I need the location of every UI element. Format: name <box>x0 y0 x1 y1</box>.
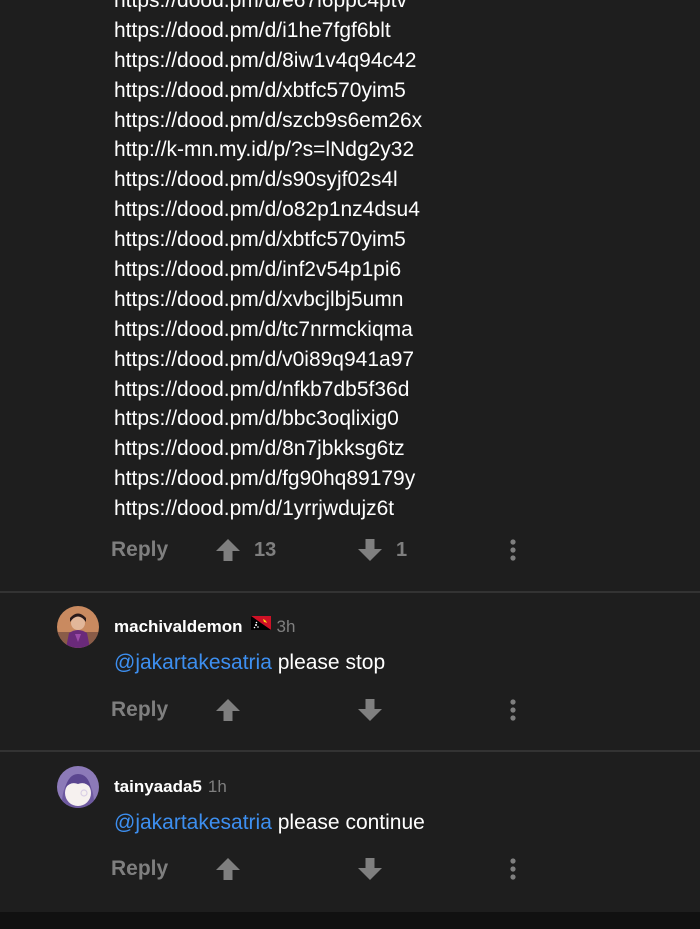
link-item[interactable]: https://dood.pm/d/8iw1v4q94c42 <box>114 46 674 76</box>
username[interactable]: machivaldemon <box>114 617 243 636</box>
link-item[interactable]: https://dood.pm/d/xbtfc570yim5 <box>114 76 674 106</box>
reply-button[interactable]: Reply <box>111 538 168 562</box>
comment-actions: Reply 13 1 <box>0 530 700 570</box>
arrow-up-icon <box>216 858 240 880</box>
more-vertical-icon <box>510 858 516 880</box>
more-options-button[interactable] <box>503 698 523 722</box>
user-mention[interactable]: @jakartakesatria <box>114 651 272 674</box>
more-options-button[interactable] <box>503 538 523 562</box>
divider <box>0 591 700 593</box>
link-item[interactable]: https://dood.pm/d/xbtfc570yim5 <box>114 225 674 255</box>
link-item[interactable]: https://dood.pm/d/o82p1nz4dsu4 <box>114 195 674 225</box>
comment-text: @jakartakesatria please stop <box>114 649 385 677</box>
link-item[interactable]: https://dood.pm/d/1yrrjwdujz6t <box>114 494 674 524</box>
divider <box>0 750 700 752</box>
comment-meta: machivaldemon 3h <box>114 615 295 639</box>
link-item[interactable]: https://dood.pm/d/inf2v54p1pi6 <box>114 255 674 285</box>
arrow-up-icon <box>216 539 240 561</box>
comment-meta: tainyaada5 1h <box>114 775 227 799</box>
link-item[interactable]: https://dood.pm/d/bbc3oqlixig0 <box>114 404 674 434</box>
reply-button[interactable]: Reply <box>111 857 168 881</box>
more-options-button[interactable] <box>503 857 523 881</box>
arrow-down-icon <box>358 858 382 880</box>
upvote-button[interactable] <box>215 538 243 562</box>
arrow-down-icon <box>358 539 382 561</box>
downvote-button[interactable] <box>357 538 385 562</box>
link-item[interactable]: https://dood.pm/d/fg90hq89179y <box>114 464 674 494</box>
comment: tainyaada5 1h @jakartakesatria please con… <box>0 766 700 906</box>
upvote-button[interactable] <box>215 698 243 722</box>
link-item[interactable]: https://dood.pm/d/nfkb7db5f36d <box>114 375 674 405</box>
link-item[interactable]: https://dood.pm/d/tc7nrmckiqma <box>114 315 674 345</box>
avatar[interactable] <box>57 606 99 648</box>
link-item[interactable]: https://dood.pm/d/8n7jbkksg6tz <box>114 434 674 464</box>
bottom-bar <box>0 912 700 929</box>
username[interactable]: tainyaada5 <box>114 777 202 796</box>
link-item[interactable]: https://dood.pm/d/szcb9s6em26x <box>114 106 674 136</box>
link-item[interactable]: http://k-mn.my.id/p/?s=lNdg2y32 <box>114 135 674 165</box>
link-item[interactable]: https://dood.pm/d/xvbcjlbj5umn <box>114 285 674 315</box>
reply-button[interactable]: Reply <box>111 698 168 722</box>
comment-actions: Reply <box>0 690 700 730</box>
link-item[interactable]: https://dood.pm/d/i1he7fgf6blt <box>114 16 674 46</box>
downvote-button[interactable] <box>357 857 385 881</box>
comment-time: 3h <box>276 617 296 636</box>
papua-new-guinea-flag-icon <box>250 614 271 638</box>
upvote-button[interactable] <box>215 857 243 881</box>
upvote-count: 13 <box>254 539 277 561</box>
comment-text: @jakartakesatria please continue <box>114 809 425 837</box>
downvote-button[interactable] <box>357 698 385 722</box>
arrow-down-icon <box>358 699 382 721</box>
user-avatar-icon <box>57 606 99 648</box>
comment-actions: Reply <box>0 849 700 889</box>
downvote-count: 1 <box>396 539 408 561</box>
user-mention[interactable]: @jakartakesatria <box>114 811 272 834</box>
more-vertical-icon <box>510 539 516 561</box>
link-item[interactable]: https://dood.pm/d/e67l6ppc4ptv <box>114 0 674 16</box>
link-item[interactable]: https://dood.pm/d/v0i89q941a97 <box>114 345 674 375</box>
more-vertical-icon <box>510 699 516 721</box>
comment-time: 1h <box>207 777 227 796</box>
avatar[interactable] <box>57 766 99 808</box>
arrow-up-icon <box>216 699 240 721</box>
comment: machivaldemon 3h @jakartakesatria please … <box>0 606 700 751</box>
comment-message: please continue <box>271 811 425 834</box>
link-list: https://dood.pm/d/e67l6ppc4ptv https://d… <box>114 0 674 524</box>
comment-message: please stop <box>271 651 386 674</box>
link-item[interactable]: https://dood.pm/d/s90syjf02s4l <box>114 165 674 195</box>
user-avatar-icon <box>57 766 99 808</box>
